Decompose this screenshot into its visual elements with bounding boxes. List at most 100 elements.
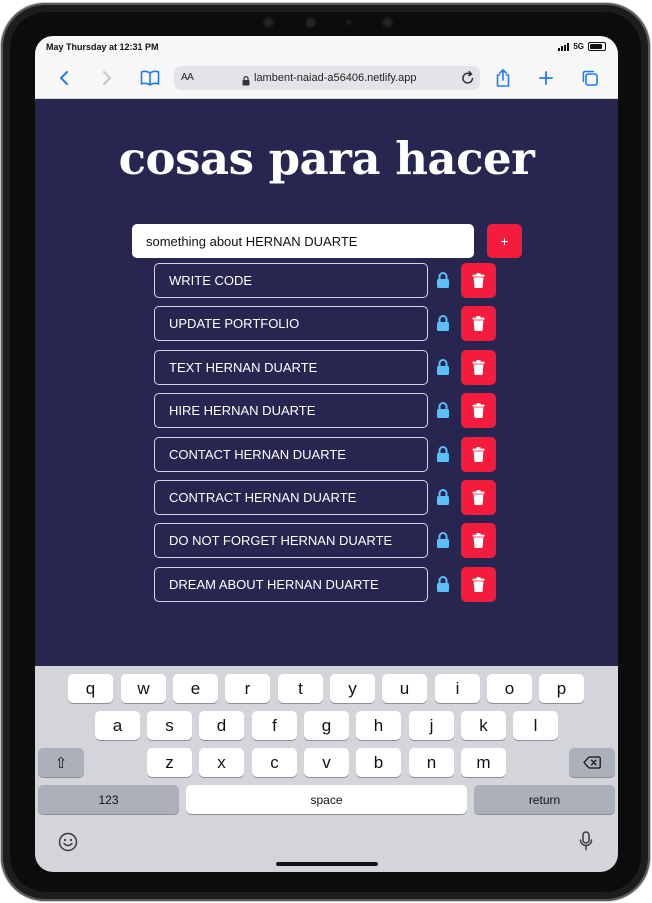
key-g[interactable]: g <box>304 711 349 740</box>
tabs-icon[interactable] <box>578 66 602 90</box>
status-time: May Thursday at 12:31 PM <box>46 42 159 52</box>
key-o[interactable]: o <box>487 674 532 703</box>
key-e[interactable]: e <box>173 674 218 703</box>
screen: May Thursday at 12:31 PM 5G AA lambent-n… <box>35 36 618 872</box>
lock-icon[interactable] <box>434 445 452 463</box>
trash-icon <box>472 316 485 332</box>
lock-icon[interactable] <box>434 314 452 332</box>
lock-icon[interactable] <box>434 401 452 419</box>
todo-text[interactable]: HIRE HERNAN DUARTE <box>154 393 428 429</box>
status-bar: May Thursday at 12:31 PM 5G <box>35 36 618 58</box>
backspace-icon <box>583 756 601 769</box>
key-i[interactable]: i <box>435 674 480 703</box>
backspace-key[interactable] <box>569 748 615 777</box>
reader-button[interactable]: AA <box>181 72 194 83</box>
todo-item: CONTACT HERNAN DUARTE <box>154 436 499 473</box>
trash-icon <box>472 576 485 592</box>
key-k[interactable]: k <box>461 711 506 740</box>
todo-text[interactable]: DO NOT FORGET HERNAN DUARTE <box>154 523 428 559</box>
key-v[interactable]: v <box>304 748 349 777</box>
todo-item: CONTRACT HERNAN DUARTE <box>154 479 499 516</box>
key-j[interactable]: j <box>409 711 454 740</box>
key-c[interactable]: c <box>252 748 297 777</box>
key-r[interactable]: r <box>225 674 270 703</box>
key-u[interactable]: u <box>382 674 427 703</box>
url-text: lambent-naiad-a56406.netlify.app <box>254 72 417 84</box>
key-b[interactable]: b <box>356 748 401 777</box>
home-indicator[interactable] <box>276 862 378 866</box>
delete-button[interactable] <box>461 523 496 559</box>
lock-icon[interactable] <box>434 575 452 593</box>
address-bar[interactable]: AA lambent-naiad-a56406.netlify.app <box>174 66 480 90</box>
lock-icon[interactable] <box>434 358 452 376</box>
delete-button[interactable] <box>461 393 496 429</box>
key-p[interactable]: p <box>539 674 584 703</box>
share-icon[interactable] <box>491 66 515 90</box>
back-icon[interactable] <box>52 66 76 90</box>
key-d[interactable]: d <box>199 711 244 740</box>
lock-icon[interactable] <box>434 531 452 549</box>
status-indicators: 5G <box>558 42 606 51</box>
todo-text[interactable]: CONTRACT HERNAN DUARTE <box>154 479 428 515</box>
battery-icon <box>588 42 606 51</box>
key-f[interactable]: f <box>252 711 297 740</box>
reload-icon[interactable] <box>461 70 475 91</box>
add-todo-button[interactable]: + <box>487 224 522 258</box>
key-h[interactable]: h <box>356 711 401 740</box>
todo-text[interactable]: WRITE CODE <box>154 263 428 298</box>
trash-icon <box>472 273 485 288</box>
camera-icon <box>263 16 274 28</box>
key-a[interactable]: a <box>95 711 140 740</box>
signal-icon <box>558 42 570 51</box>
key-x[interactable]: x <box>199 748 244 777</box>
sensor-icon <box>381 16 393 28</box>
todo-item: WRITE CODE <box>154 263 499 299</box>
todo-text[interactable]: CONTACT HERNAN DUARTE <box>154 436 428 472</box>
on-screen-keyboard: q w e r t y u i o p a s d f g h j k l ⇧ … <box>35 666 618 872</box>
numbers-key[interactable]: 123 <box>38 785 179 814</box>
todo-text[interactable]: TEXT HERNAN DUARTE <box>154 349 428 385</box>
key-z[interactable]: z <box>147 748 192 777</box>
lock-icon[interactable] <box>434 271 452 289</box>
delete-button[interactable] <box>461 479 496 515</box>
lock-icon[interactable] <box>434 488 452 506</box>
camera-bar <box>263 15 393 29</box>
key-n[interactable]: n <box>409 748 454 777</box>
key-t[interactable]: t <box>278 674 323 703</box>
todo-text[interactable]: DREAM ABOUT HERNAN DUARTE <box>154 566 428 602</box>
bookmarks-icon[interactable] <box>138 66 162 90</box>
key-l[interactable]: l <box>513 711 558 740</box>
todo-text[interactable]: UPDATE PORTFOLIO <box>154 306 428 342</box>
todo-item: DREAM ABOUT HERNAN DUARTE <box>154 566 499 603</box>
microphone-icon[interactable] <box>579 831 593 856</box>
delete-button[interactable] <box>461 263 496 298</box>
network-label: 5G <box>573 42 584 51</box>
sensor-icon <box>304 16 316 28</box>
browser-toolbar: AA lambent-naiad-a56406.netlify.app <box>35 58 618 99</box>
delete-button[interactable] <box>461 436 496 472</box>
new-tab-icon[interactable] <box>534 66 558 90</box>
lock-icon <box>242 73 250 91</box>
todo-item: UPDATE PORTFOLIO <box>154 306 499 342</box>
delete-button[interactable] <box>461 566 496 602</box>
todo-item: DO NOT FORGET HERNAN DUARTE <box>154 523 499 559</box>
space-key[interactable]: space <box>186 785 467 814</box>
page-title: cosas para hacer <box>118 132 535 185</box>
forward-icon[interactable] <box>95 66 119 90</box>
key-s[interactable]: s <box>147 711 192 740</box>
emoji-icon[interactable] <box>58 832 78 857</box>
trash-icon <box>472 359 485 375</box>
key-q[interactable]: q <box>68 674 113 703</box>
light-sensor-icon <box>346 19 352 25</box>
key-y[interactable]: y <box>330 674 375 703</box>
key-w[interactable]: w <box>121 674 166 703</box>
todo-item: HIRE HERNAN DUARTE <box>154 393 499 429</box>
todo-list: WRITE CODE UPDATE PORTFOLIO TEXT HERNAN … <box>154 263 499 610</box>
key-m[interactable]: m <box>461 748 506 777</box>
new-todo-input[interactable] <box>132 224 474 258</box>
trash-icon <box>472 403 485 419</box>
shift-key[interactable]: ⇧ <box>38 748 84 777</box>
delete-button[interactable] <box>461 349 496 385</box>
delete-button[interactable] <box>461 306 496 342</box>
return-key[interactable]: return <box>474 785 615 814</box>
